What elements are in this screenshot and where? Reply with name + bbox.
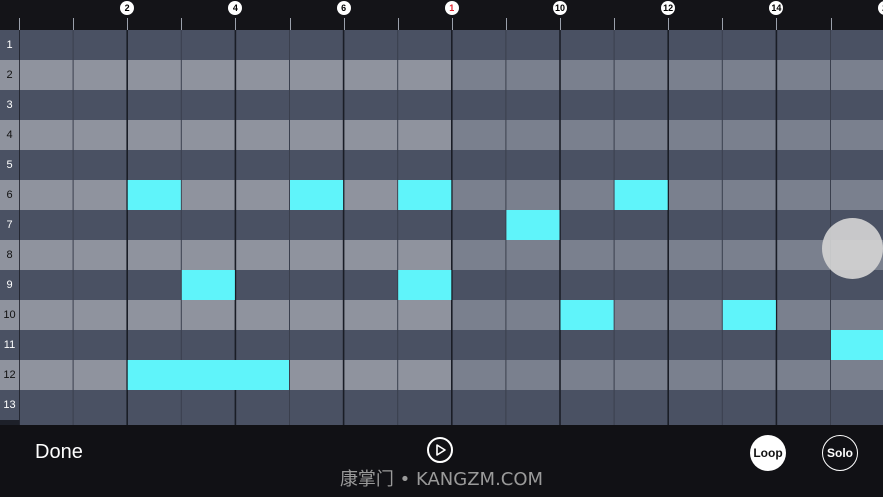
ruler-marker[interactable]: 12 (661, 1, 676, 15)
ruler-tick (560, 18, 561, 30)
row-number: 11 (0, 330, 19, 360)
ruler-tick (614, 18, 616, 30)
ruler-tick (343, 18, 345, 30)
note-block[interactable] (127, 360, 289, 390)
row-number-column: 1 2 3 4 5 6 7 8 9 10 11 12 13 (0, 30, 19, 425)
ruler-tick (668, 18, 670, 30)
row-number: 4 (0, 120, 19, 150)
play-icon (436, 444, 446, 456)
note-block[interactable] (398, 270, 452, 300)
note-block[interactable] (722, 300, 776, 330)
row-number: 5 (0, 150, 19, 180)
note-block[interactable] (506, 210, 560, 240)
ruler-marker[interactable]: 1 (444, 1, 459, 15)
ruler-tick (451, 18, 453, 30)
row-number: 2 (0, 60, 19, 90)
timeline-ruler[interactable]: 2 4 6 1 10 12 14 2 (0, 0, 883, 30)
row-number: 12 (0, 360, 19, 390)
row-number: 6 (0, 180, 19, 210)
row-number: 8 (0, 240, 19, 270)
row-number: 7 (0, 210, 19, 240)
note-block[interactable] (398, 180, 452, 210)
ruler-tick (505, 18, 507, 30)
note-grid[interactable] (0, 30, 883, 425)
ruler-marker[interactable]: 14 (769, 1, 784, 15)
done-button[interactable]: Done (35, 441, 83, 464)
note-grid-canvas[interactable] (0, 30, 883, 425)
ruler-tick (722, 18, 724, 30)
ruler-marker[interactable]: 2 (120, 1, 135, 15)
ruler-tick (127, 18, 129, 30)
scroll-handle[interactable] (822, 218, 883, 279)
play-button[interactable] (427, 437, 453, 463)
ruler-tick (830, 18, 832, 30)
row-number: 9 (0, 270, 19, 300)
row-number: 13 (0, 390, 19, 420)
note-block[interactable] (560, 300, 614, 330)
note-block[interactable] (127, 180, 181, 210)
ruler-tick (19, 18, 20, 30)
note-block[interactable] (614, 180, 668, 210)
note-block[interactable] (181, 270, 235, 300)
ruler-tick (73, 18, 75, 30)
ruler-tick (397, 18, 399, 30)
watermark-text: 康掌门 • KANGZM.COM (339, 469, 544, 490)
note-block[interactable] (290, 180, 344, 210)
ruler-tick (235, 18, 237, 30)
piano-roll-editor: 24611012142 12345678910111213 Done Loop … (0, 0, 883, 497)
ruler-marker[interactable]: 4 (228, 1, 243, 15)
row-number: 10 (0, 300, 19, 330)
ruler-marker[interactable]: 10 (553, 1, 567, 15)
bottom-toolbar: Done Loop Solo 康掌门 • KANGZM.COM (0, 425, 883, 497)
row-number: 1 (0, 30, 19, 60)
note-block[interactable] (831, 330, 883, 360)
ruler-tick (776, 18, 778, 30)
ruler-marker[interactable]: 6 (336, 1, 351, 15)
ruler-marker[interactable]: 2 (877, 1, 883, 15)
ruler-tick (289, 18, 291, 30)
row-number: 3 (0, 90, 19, 120)
ruler-tick (181, 18, 183, 30)
